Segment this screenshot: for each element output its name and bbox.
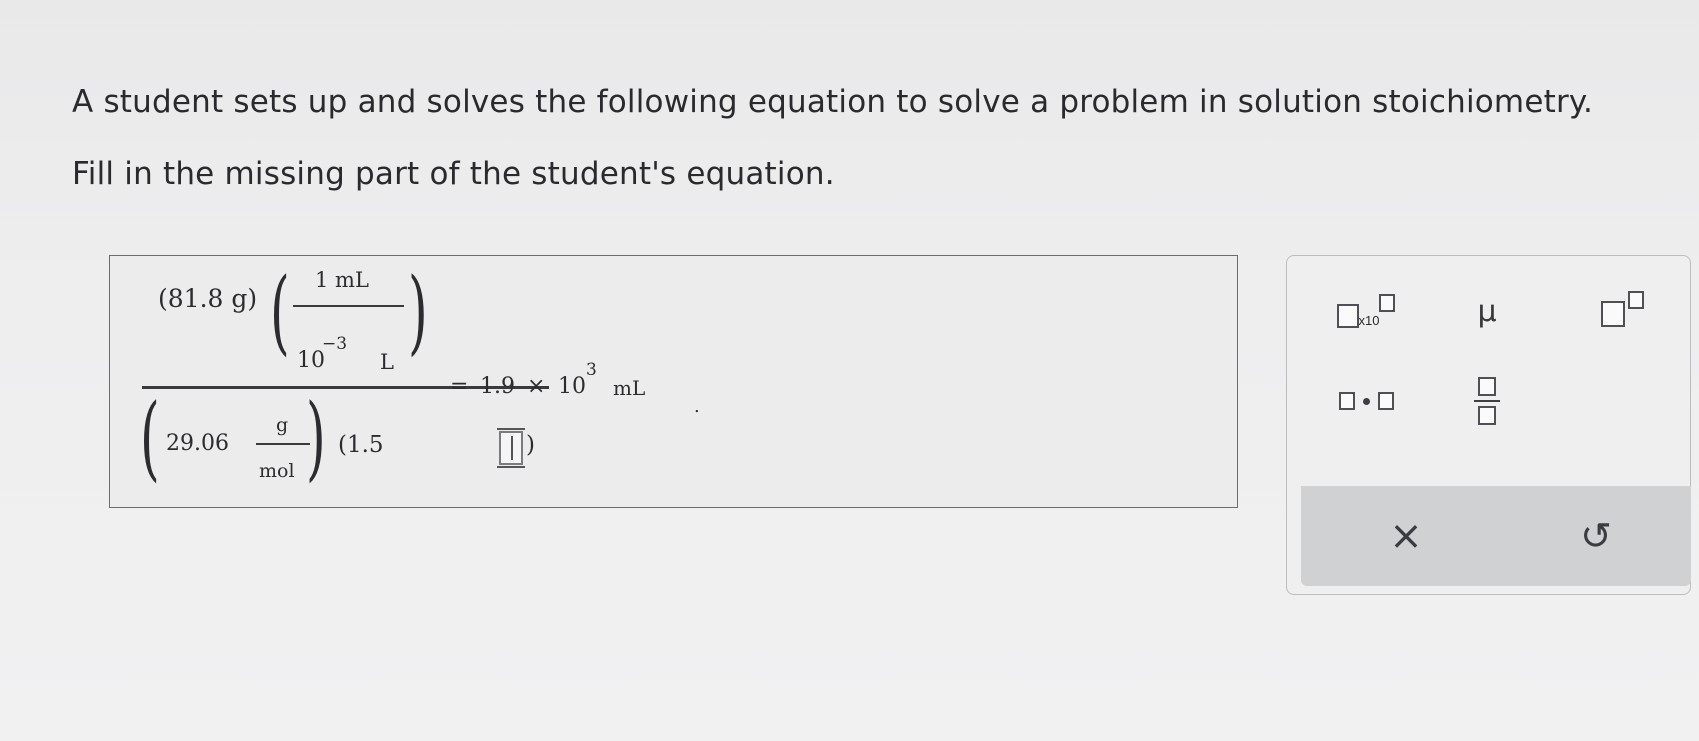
clear-button[interactable]: ×: [1361, 506, 1451, 566]
math-tool-palette: x10 μ × ↺: [1286, 255, 1691, 595]
right-operand-box-icon: [1377, 392, 1394, 410]
molar-mass-denominator: mol: [259, 460, 295, 482]
dot-operator-icon: [1362, 397, 1370, 405]
conversion-denominator-base: 10: [297, 348, 325, 373]
superscript-button[interactable]: [1587, 284, 1657, 334]
conversion-denominator-unit: L: [380, 350, 394, 374]
times-ten-label: x10: [1358, 312, 1380, 328]
open-paren-molar-mass: (: [140, 384, 160, 491]
molar-mass-value: 29.06: [166, 431, 229, 456]
undo-icon: ↺: [1580, 514, 1612, 558]
equals-sign: =: [450, 374, 469, 399]
conversion-denominator-exponent: −3: [322, 334, 348, 354]
period: .: [694, 396, 700, 417]
prompt-line-1: A student sets up and solves the followi…: [72, 84, 1594, 120]
equation-input-box[interactable]: (81.8 g) ( 1 mL 10 −3 L ) ( 29.06 g mol …: [109, 255, 1238, 508]
open-paren: (: [270, 258, 290, 365]
result-coefficient: 1.9: [480, 374, 515, 399]
action-bar: × ↺: [1301, 486, 1691, 586]
multiplication-dot-button[interactable]: [1321, 376, 1411, 426]
numerator-box-icon: [1478, 377, 1496, 396]
result-exponent: 3: [586, 360, 597, 380]
mu-symbol-button[interactable]: μ: [1457, 286, 1517, 336]
molar-mass-fraction-bar: [256, 443, 310, 445]
molar-mass-numerator: g: [276, 414, 289, 436]
denominator-box-icon: [1478, 406, 1496, 425]
exponent-box-icon: [1379, 294, 1396, 312]
result-base: 10: [558, 374, 586, 399]
close-icon: ×: [1389, 513, 1423, 559]
base-box-icon: [1600, 301, 1625, 327]
close-paren: ): [408, 258, 428, 365]
scientific-notation-button[interactable]: x10: [1321, 286, 1411, 336]
undo-button[interactable]: ↺: [1551, 506, 1641, 566]
conversion-numerator: 1 mL: [315, 268, 369, 292]
mass-factor: (81.8 g): [158, 284, 258, 313]
text-cursor: [511, 436, 513, 460]
superscript-box-icon: [1627, 291, 1644, 309]
second-factor-open: (1.5: [338, 432, 384, 458]
result-unit: mL: [613, 376, 646, 400]
conversion-fraction-bar: [293, 305, 404, 307]
mantissa-box-icon: [1336, 304, 1359, 328]
second-factor-close: ): [526, 432, 535, 458]
left-operand-box-icon: [1338, 392, 1355, 410]
close-paren-molar-mass: ): [306, 384, 326, 491]
prompt-line-2: Fill in the missing part of the student'…: [72, 156, 835, 192]
missing-unit-input[interactable]: [497, 428, 525, 468]
fraction-button[interactable]: [1462, 366, 1512, 436]
fraction-line-icon: [1474, 400, 1500, 402]
times-sign: ×: [527, 374, 546, 399]
